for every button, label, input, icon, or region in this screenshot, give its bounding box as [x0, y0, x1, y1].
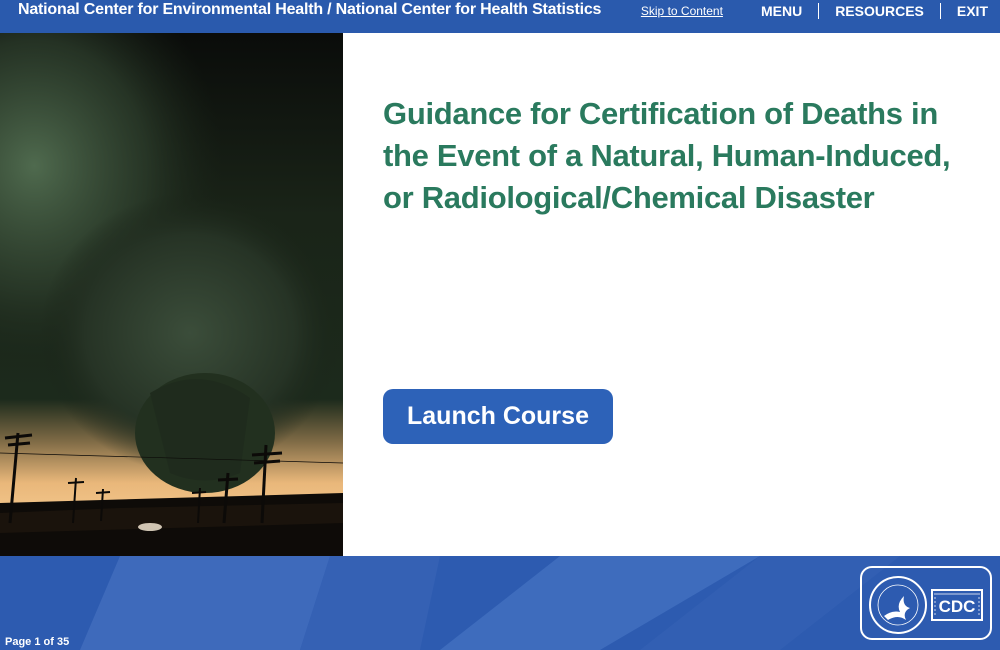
- organization-title: National Center for Environmental Health…: [18, 1, 602, 18]
- resources-button[interactable]: RESOURCES: [819, 3, 940, 19]
- page-indicator: Page 1 of 35: [5, 636, 70, 648]
- cdc-logo-text: CDC: [939, 597, 976, 616]
- launch-course-button[interactable]: Launch Course: [383, 389, 613, 444]
- top-nav: Skip to Content MENU RESOURCES EXIT: [641, 0, 988, 22]
- menu-button[interactable]: MENU: [745, 3, 818, 19]
- cdc-hhs-logo: CDC: [860, 566, 992, 640]
- footer: Page 1 of 35 CDC: [0, 556, 1000, 650]
- top-bar: National Center for Environmental Health…: [0, 0, 1000, 33]
- tornado-photo: [0, 33, 343, 556]
- exit-button[interactable]: EXIT: [941, 3, 988, 19]
- main-content: Guidance for Certification of Deaths in …: [343, 33, 1000, 556]
- skip-to-content-link[interactable]: Skip to Content: [641, 4, 723, 18]
- course-title: Guidance for Certification of Deaths in …: [383, 96, 951, 215]
